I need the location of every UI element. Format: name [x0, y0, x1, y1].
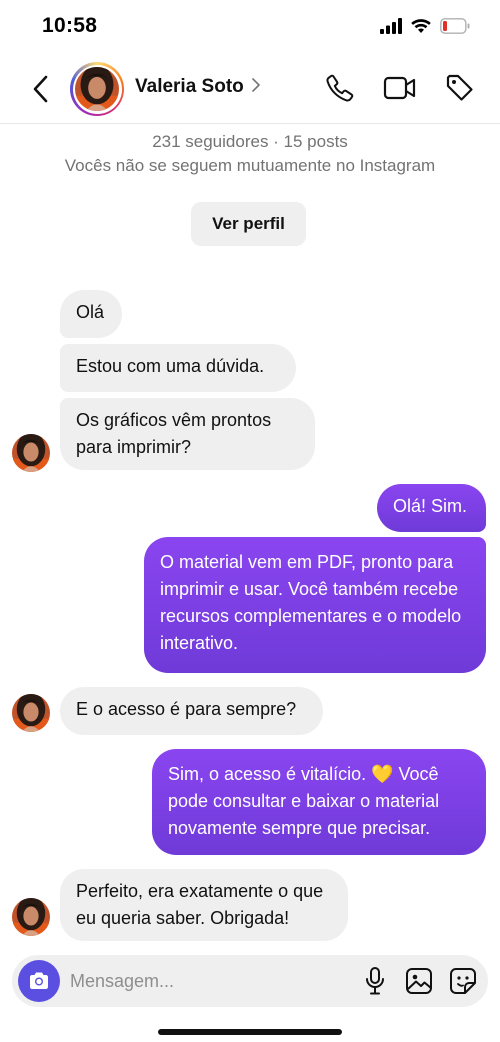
sticker-icon — [450, 968, 476, 994]
composer-actions — [360, 963, 478, 999]
status-time: 10:58 — [42, 14, 98, 37]
microphone-icon — [366, 967, 384, 995]
back-button[interactable] — [26, 72, 54, 106]
message-bubble-outgoing[interactable]: O material vem em PDF, pronto para impri… — [144, 537, 486, 673]
message-composer — [12, 955, 488, 1007]
mutual-follow-notice: Vocês não se seguem mutuamente no Instag… — [64, 156, 436, 175]
status-bar: 10:58 — [0, 0, 500, 56]
profile-stats: 231 seguidores · 15 posts — [152, 132, 348, 151]
contact-name: Valeria Soto — [135, 76, 244, 97]
phone-icon — [326, 74, 354, 102]
video-icon — [383, 76, 416, 100]
sender-avatar[interactable] — [12, 898, 50, 936]
voice-call-button[interactable] — [322, 70, 358, 106]
camera-icon — [30, 972, 48, 989]
gallery-icon — [406, 968, 432, 994]
back-icon — [33, 75, 48, 103]
status-icons — [380, 18, 470, 39]
gallery-button[interactable] — [404, 963, 434, 999]
message-bubble-incoming[interactable]: Olá — [60, 290, 122, 338]
header-avatar[interactable] — [70, 62, 124, 116]
camera-button[interactable] — [18, 960, 60, 1002]
message-bubble-incoming[interactable]: Estou com uma dúvida. — [60, 344, 296, 392]
sender-avatar[interactable] — [12, 694, 50, 732]
message-bubble-incoming[interactable]: Os gráficos vêm prontos para imprimir? — [60, 398, 315, 470]
video-call-button[interactable] — [382, 70, 418, 106]
chat-header: Valeria Soto — [0, 56, 500, 124]
profile-summary: 231 seguidores · 15 posts Vocês não se s… — [0, 130, 500, 178]
chevron-right-icon — [251, 77, 260, 97]
voice-message-button[interactable] — [360, 963, 390, 999]
message-bubble-incoming[interactable]: Perfeito, era exatamente o que eu queria… — [60, 869, 348, 941]
contact-name-link[interactable]: Valeria Soto — [135, 76, 260, 98]
message-input[interactable] — [70, 963, 330, 999]
message-bubble-incoming[interactable]: E o acesso é para sempre? — [60, 687, 323, 735]
tag-button[interactable] — [442, 70, 478, 106]
tag-icon — [446, 74, 473, 101]
signal-icon — [380, 18, 402, 39]
battery-icon — [440, 18, 470, 39]
header-actions — [322, 70, 478, 106]
home-indicator — [158, 1029, 342, 1035]
message-bubble-outgoing[interactable]: Sim, o acesso é vitalício. 💛 Você pode c… — [152, 749, 486, 855]
sender-avatar[interactable] — [12, 434, 50, 472]
sticker-button[interactable] — [448, 963, 478, 999]
view-profile-button[interactable]: Ver perfil — [191, 202, 306, 246]
message-bubble-outgoing[interactable]: Olá! Sim. — [377, 484, 486, 532]
wifi-icon — [410, 18, 432, 39]
